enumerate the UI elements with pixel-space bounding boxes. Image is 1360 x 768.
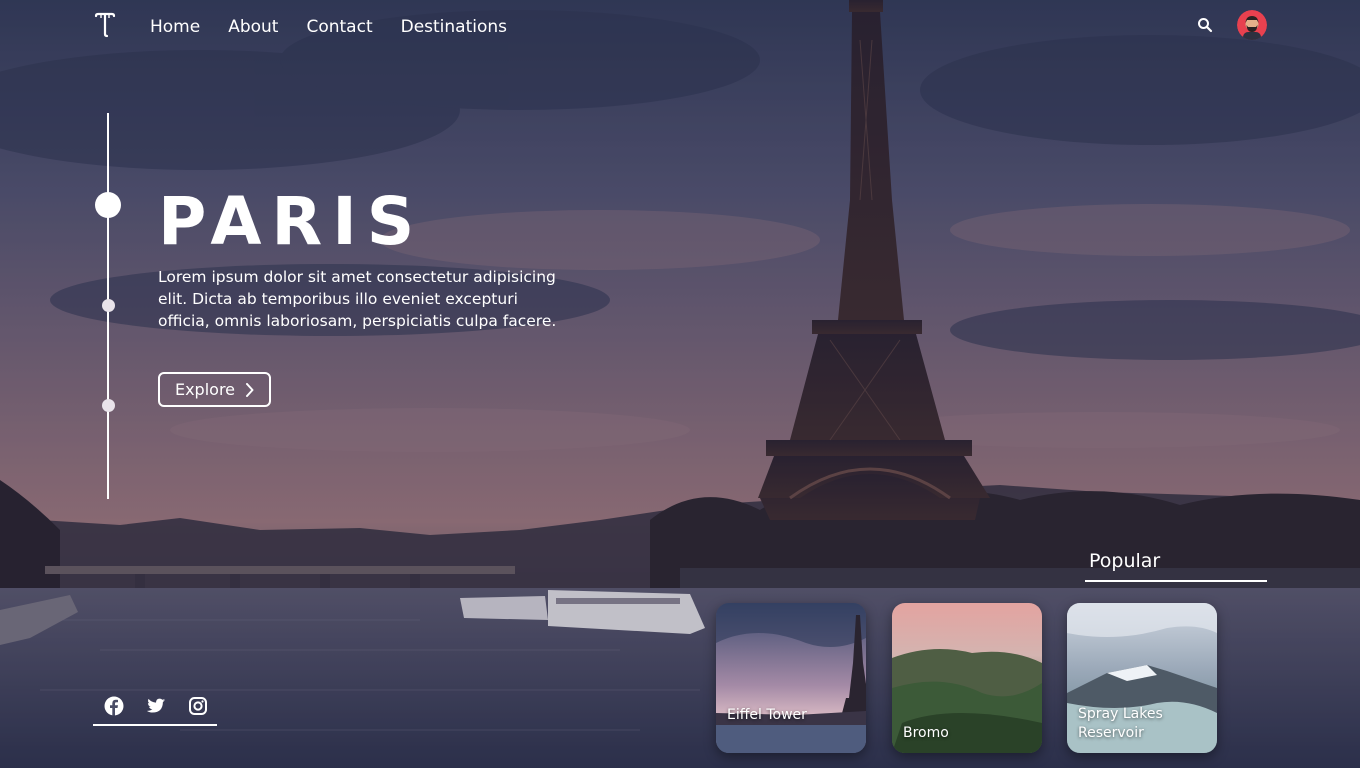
nav-link-destinations[interactable]: Destinations [401, 15, 507, 39]
popular-card-eiffel-tower[interactable]: Eiffel Tower [716, 603, 866, 753]
twitter-icon[interactable] [146, 696, 166, 716]
card-label-spray-lakes-reservoir: Spray Lakes Reservoir [1078, 706, 1163, 741]
nav-link-contact[interactable]: Contact [306, 15, 372, 39]
search-icon[interactable] [1197, 17, 1213, 33]
eiffel-tower-thumbnail [716, 603, 866, 753]
explore-button[interactable]: Explore [158, 372, 271, 407]
slide-indicator-active[interactable] [95, 192, 121, 218]
nav-link-about[interactable]: About [228, 15, 278, 39]
popular-card-bromo[interactable]: Bromo [892, 603, 1042, 753]
instagram-icon[interactable] [188, 696, 208, 716]
card-label-eiffel-tower: Eiffel Tower [727, 707, 807, 723]
nav-links: Home About Contact Destinations [150, 15, 535, 39]
card-label-bromo: Bromo [903, 725, 949, 741]
popular-underline [1085, 580, 1267, 582]
slide-indicator-2[interactable] [102, 299, 115, 312]
social-underline [93, 724, 217, 726]
popular-heading: Popular [1089, 550, 1161, 572]
hero-title: PARIS [158, 183, 425, 260]
hero-description: Lorem ipsum dolor sit amet consectetur a… [158, 268, 557, 330]
t-logo-icon[interactable] [94, 12, 116, 38]
facebook-icon[interactable] [104, 696, 124, 716]
top-navigation: Home About Contact Destinations [0, 0, 1360, 54]
slide-indicator-3[interactable] [102, 399, 115, 412]
user-avatar[interactable] [1237, 10, 1267, 40]
chevron-right-icon [246, 382, 254, 397]
social-links [93, 694, 217, 728]
nav-link-home[interactable]: Home [150, 15, 200, 39]
popular-card-spray-lakes-reservoir[interactable]: Spray Lakes Reservoir [1067, 603, 1217, 753]
explore-button-label: Explore [174, 380, 236, 399]
